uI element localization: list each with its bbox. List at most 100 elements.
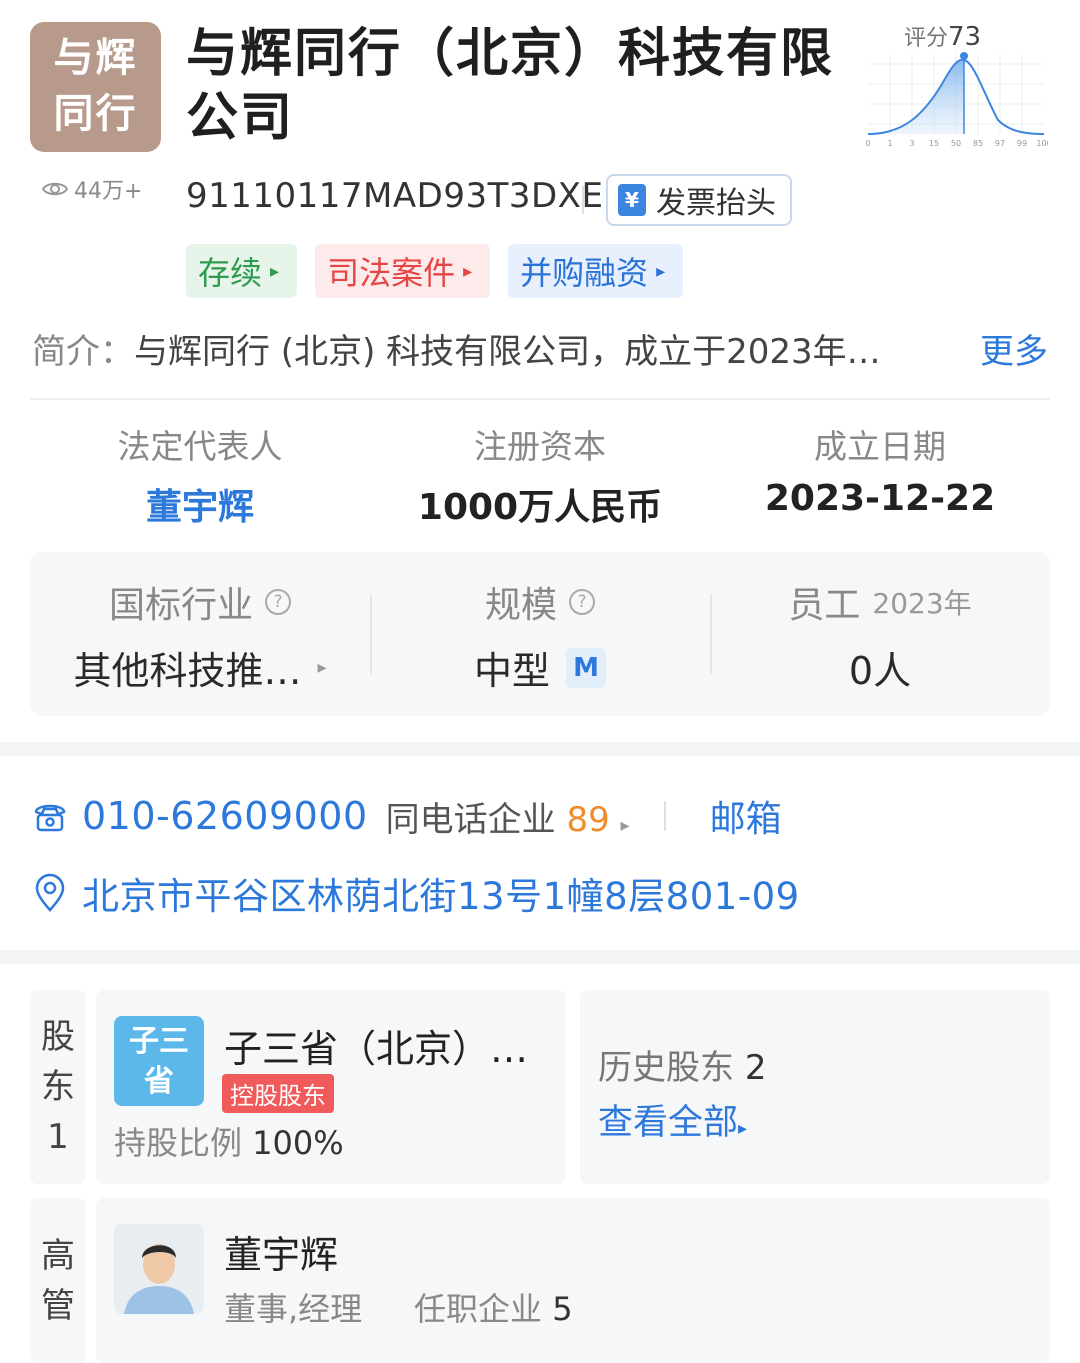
kv-key: 注册资本 xyxy=(474,427,606,466)
address-row: 北京市平谷区林荫北街13号1幢8层801-09 xyxy=(32,866,800,920)
tag-mergers[interactable]: 并购融资 ▸ xyxy=(508,244,684,298)
tag-status[interactable]: 存续 ▸ xyxy=(186,244,298,298)
staff-key: 员工 xyxy=(788,585,861,626)
shareholder-name[interactable]: 子三省（北京）… xyxy=(224,1018,528,1073)
industry-value: 其他科技推… xyxy=(73,649,302,693)
chevron-right-icon: ▸ xyxy=(270,260,280,282)
executive-avatar xyxy=(114,1224,204,1314)
history-shareholders-card[interactable]: 历史股东 2 查看全部▸ xyxy=(580,990,1050,1184)
avatar-line1: 子三 xyxy=(129,1024,189,1059)
score-distribution-chart[interactable]: 0 1 3 15 50 85 97 99 100 xyxy=(864,44,1048,148)
executive-name[interactable]: 董宇辉 xyxy=(224,1224,338,1279)
invoice-header-button[interactable]: ¥ 发票抬头 xyxy=(606,174,792,226)
help-icon[interactable]: ? xyxy=(265,589,291,615)
invoice-label: 发票抬头 xyxy=(656,186,776,221)
email-link[interactable]: 邮箱 xyxy=(710,790,782,842)
established-date: 成立日期 2023-12-22 xyxy=(710,420,1050,530)
score-tick-label: 100 xyxy=(1036,139,1048,148)
phone-icon xyxy=(34,804,66,832)
divider xyxy=(582,186,584,214)
logo-line1: 与辉 xyxy=(53,35,138,81)
staff-year: 2023年 xyxy=(872,587,972,620)
label-char: 1 xyxy=(47,1117,69,1157)
credit-code[interactable]: 91110117MAD93T3DXE xyxy=(186,176,603,216)
executive-card[interactable]: 董宇辉 董事,经理 任职企业 5 xyxy=(96,1198,1050,1363)
score-tick-label: 15 xyxy=(929,139,939,148)
scale: 规模? 中型 M xyxy=(370,574,710,694)
legal-representative-link[interactable]: 董宇辉 xyxy=(30,478,370,530)
controlling-shareholder-badge: 控股股东 xyxy=(222,1074,334,1113)
intro-more-link[interactable]: 更多 xyxy=(976,324,1048,373)
chevron-right-icon: ▸ xyxy=(656,260,666,282)
executive-positions[interactable]: 任职企业 5 xyxy=(414,1284,573,1330)
chevron-right-icon: ▸ xyxy=(463,260,473,282)
registered-capital: 注册资本 1000万人民币 xyxy=(370,420,710,530)
section-separator xyxy=(0,742,1080,756)
intro-label: 简介： xyxy=(32,332,134,372)
same-phone-count: 89 xyxy=(566,799,610,840)
history-label: 历史股东 xyxy=(598,1048,734,1088)
view-count: 44万+ xyxy=(42,173,142,205)
scale-key: 规模 xyxy=(484,585,557,626)
company-name: 与辉同行（北京）科技有限公司 xyxy=(186,24,835,148)
view-all-label: 查看全部 xyxy=(598,1103,739,1143)
ratio-label: 持股比例 xyxy=(114,1124,243,1162)
score-tick-label: 50 xyxy=(951,139,961,148)
key-info-row: 法定代表人 董宇辉 注册资本 1000万人民币 成立日期 2023-12-22 xyxy=(30,420,1050,530)
executives-label: 高 管 xyxy=(30,1198,86,1363)
tag-label: 并购融资 xyxy=(520,254,649,292)
section-separator xyxy=(0,950,1080,964)
tag-lawsuits[interactable]: 司法案件 ▸ xyxy=(315,244,491,298)
executive-role: 董事,经理 xyxy=(224,1290,363,1328)
shareholders-label: 股 东 1 xyxy=(30,990,86,1184)
yuan-icon: ¥ xyxy=(618,184,646,216)
label-char: 管 xyxy=(41,1285,75,1326)
ratio-value: 100% xyxy=(252,1124,344,1162)
divider xyxy=(663,801,666,831)
label-char: 东 xyxy=(41,1067,75,1107)
score-tick-label: 97 xyxy=(995,139,1005,148)
shareholder-card[interactable]: 子三 省 子三省（北京）… 控股股东 持股比例 100% xyxy=(96,990,566,1184)
label-char: 股 xyxy=(41,1017,75,1057)
same-phone-label: 同电话企业 xyxy=(385,799,556,840)
scale-value: 中型 xyxy=(473,649,550,693)
industry-key: 国标行业 xyxy=(108,585,253,626)
phone-row: 010-62609000 同电话企业 89 ▸ 邮箱 xyxy=(32,790,782,842)
intro-text: 与辉同行 (北京) 科技有限公司，成立于2023年… xyxy=(134,332,881,372)
industry[interactable]: 国标行业? 其他科技推… ▸ xyxy=(30,574,370,694)
help-icon[interactable]: ? xyxy=(569,589,595,615)
label-char: 高 xyxy=(41,1235,75,1276)
kv-value: 1000万人民币 xyxy=(417,487,663,528)
company-info-box: 国标行业? 其他科技推… ▸ 规模? 中型 M 员工 2023年 0人 xyxy=(30,552,1050,716)
history-shareholders: 历史股东 2 xyxy=(598,1040,766,1089)
positions-label: 任职企业 xyxy=(414,1290,543,1328)
staff: 员工 2023年 0人 xyxy=(710,574,1050,694)
company-logo: 与辉 同行 xyxy=(30,22,161,152)
avatar-line2: 省 xyxy=(144,1064,174,1099)
person-photo-icon xyxy=(114,1224,204,1314)
address[interactable]: 北京市平谷区林荫北街13号1幢8层801-09 xyxy=(82,866,800,920)
score-tick-label: 3 xyxy=(909,139,914,148)
chevron-right-icon: ▸ xyxy=(620,814,630,836)
company-intro: 简介：与辉同行 (北京) 科技有限公司，成立于2023年… 更多 xyxy=(32,324,1048,373)
score-tick-label: 1 xyxy=(887,139,892,148)
shareholder-avatar: 子三 省 xyxy=(114,1016,204,1106)
location-pin-icon xyxy=(35,873,65,912)
kv-key: 成立日期 xyxy=(814,427,946,466)
score-tick-label: 0 xyxy=(865,139,870,148)
score-tick-label: 85 xyxy=(973,139,983,148)
history-count: 2 xyxy=(744,1048,767,1088)
logo-line2: 同行 xyxy=(53,91,138,137)
view-all-link[interactable]: 查看全部▸ xyxy=(598,1094,747,1145)
tag-label: 司法案件 xyxy=(327,254,456,292)
same-phone-companies[interactable]: 同电话企业 89 ▸ xyxy=(386,792,630,841)
chevron-right-icon: ▸ xyxy=(738,1118,748,1139)
shareholding-ratio: 持股比例 100% xyxy=(114,1118,344,1164)
view-count-text: 44万+ xyxy=(74,179,143,204)
chevron-right-icon: ▸ xyxy=(317,657,327,678)
divider xyxy=(30,398,1050,400)
score-tick-label: 99 xyxy=(1017,139,1027,148)
eye-icon xyxy=(42,182,68,196)
phone-number[interactable]: 010-62609000 xyxy=(82,794,368,838)
tag-label: 存续 xyxy=(198,254,263,292)
